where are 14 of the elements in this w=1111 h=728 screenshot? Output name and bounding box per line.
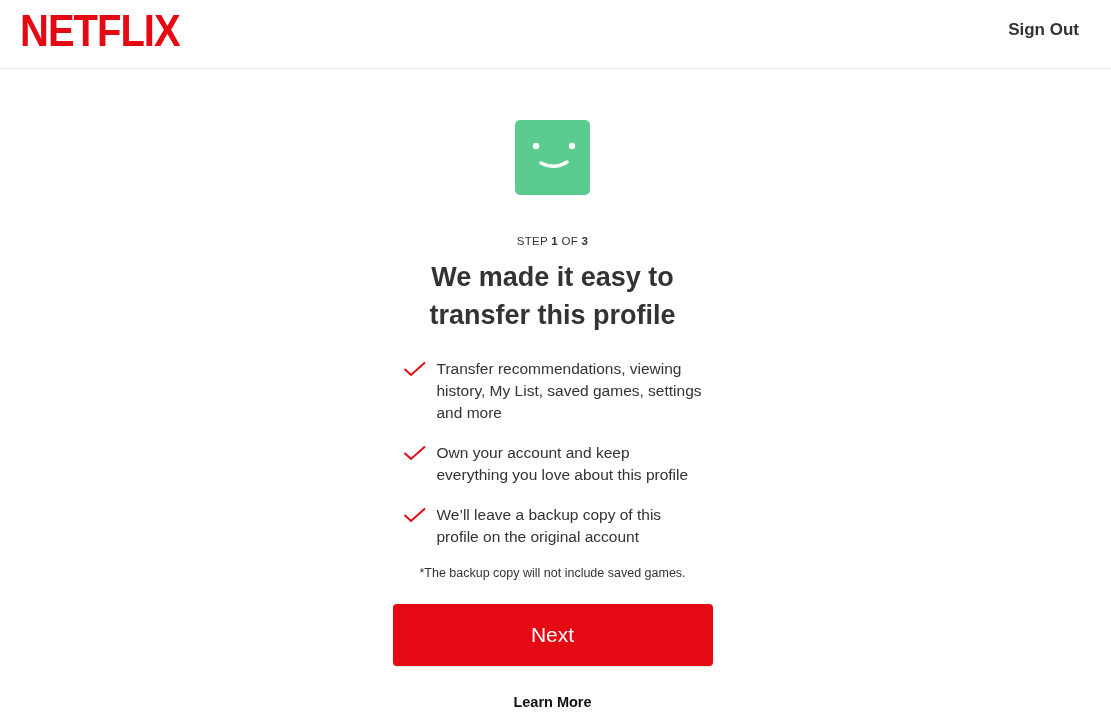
footnote: *The backup copy will not include saved games. (419, 565, 686, 583)
profile-avatar-icon (515, 120, 590, 195)
logo[interactable]: NETFLIX (20, 8, 180, 53)
check-icon (402, 445, 427, 462)
step-indicator: STEP 1 OF 3 (516, 234, 589, 249)
check-icon (402, 507, 427, 524)
sign-out-link[interactable]: Sign Out (1008, 17, 1079, 43)
benefit-text: We’ll leave a backup copy of this profile on the original account (436, 505, 663, 548)
benefit-text: Transfer recommendations, viewing history, My List, saved games, settings and more (436, 359, 703, 424)
learn-more-link[interactable]: Learn More (513, 692, 592, 714)
benefit-text: Own your account and keep everything you love about this profile (436, 443, 690, 486)
page-title: We made it easy to transfer this profile (428, 261, 677, 333)
check-icon (402, 361, 427, 378)
next-button[interactable]: Next (392, 604, 713, 666)
